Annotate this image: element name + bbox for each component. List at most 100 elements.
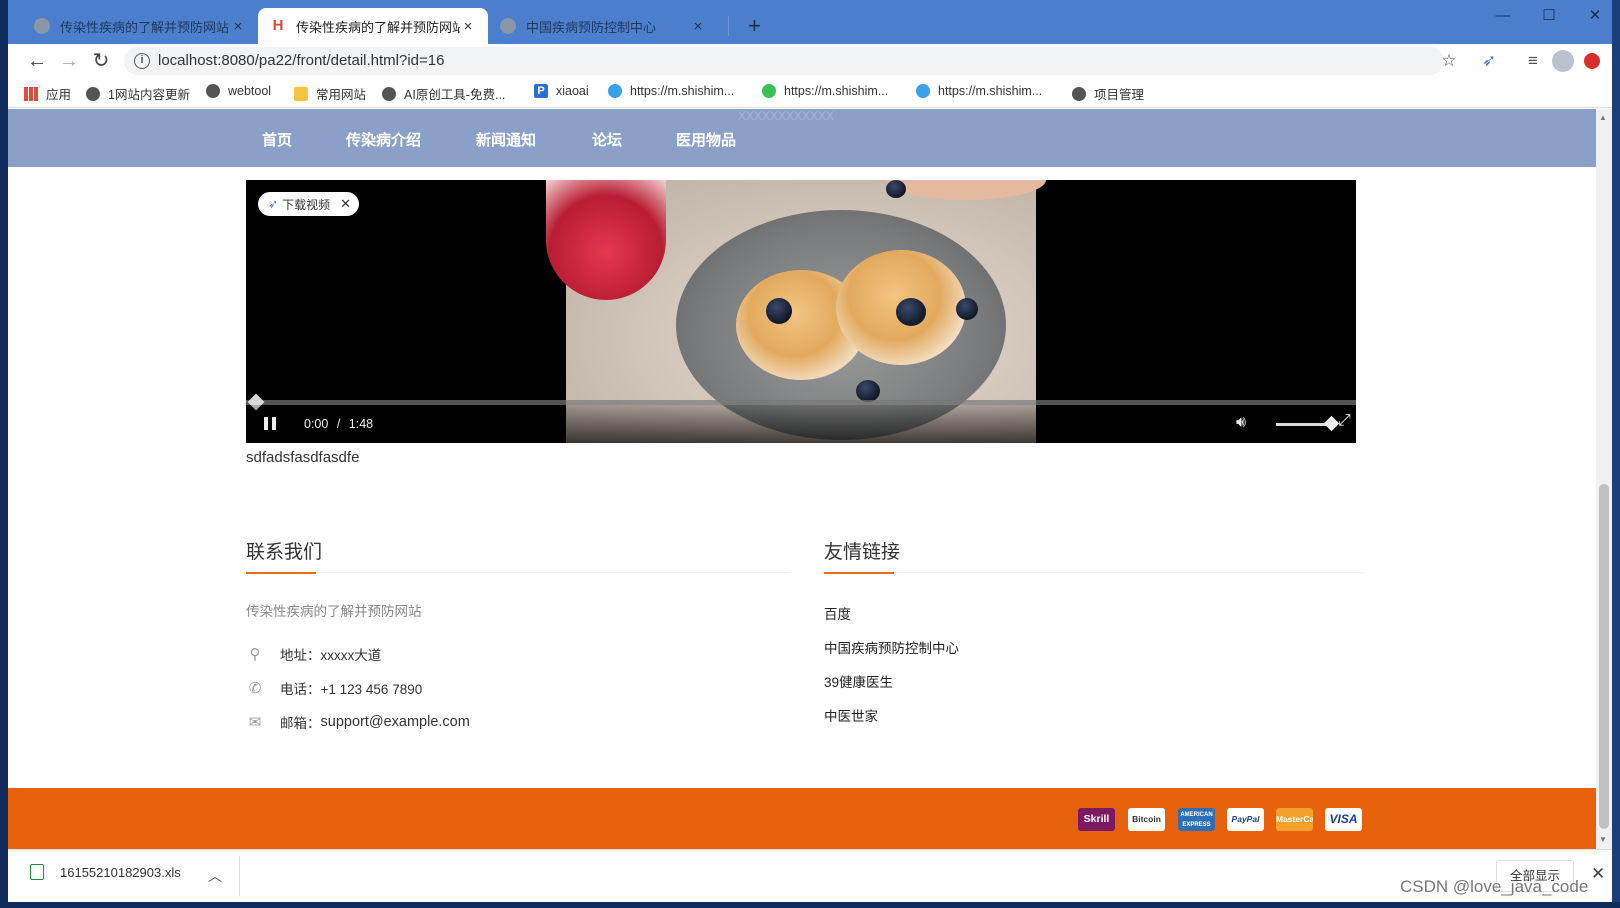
contact-address: ⚲ 地址：xxxxx大道 (246, 644, 382, 664)
reload-button[interactable]: ↻ (88, 48, 114, 74)
close-tab-icon[interactable]: × (230, 18, 246, 35)
links-divider (824, 572, 1364, 574)
extension-bird-icon[interactable]: ➶ (1478, 50, 1500, 72)
globe-icon (86, 86, 100, 101)
video-time: 0:00 / 1:48 (304, 417, 373, 431)
apps-grid-icon (24, 86, 38, 101)
bookmark-item[interactable]: 项目管理 (1072, 84, 1144, 103)
nav-home[interactable]: 首页 (262, 129, 292, 150)
contact-title: 联系我们 (246, 542, 323, 563)
bookmark-item[interactable]: https://m.shishim... (608, 84, 734, 98)
friend-link-baidu[interactable]: 百度 (824, 603, 851, 623)
bookmark-label: AI原创工具-免费... (404, 88, 506, 102)
bookmark-folder[interactable]: 常用网站 (294, 84, 366, 103)
scroll-up-arrow[interactable]: ▲ (1599, 113, 1607, 122)
close-icon[interactable]: ✕ (340, 196, 351, 212)
bookmark-label: 应用 (46, 88, 72, 102)
bookmark-label: xiaoai (556, 84, 589, 98)
nav-medical-supplies[interactable]: 医用物品 (676, 129, 736, 150)
friend-link-39health[interactable]: 39健康医生 (824, 671, 893, 691)
nav-forum[interactable]: 论坛 (592, 129, 622, 150)
friend-link-cdc[interactable]: 中国疾病预防控制中心 (824, 637, 959, 657)
video-player[interactable]: ➶ 下载视频 ✕ 0:00 / 1:48 🔊︎ ⤢ (246, 180, 1356, 443)
bookmark-label: webtool (228, 84, 272, 98)
site-c-icon (916, 84, 930, 98)
minimize-button[interactable]: — (1480, 2, 1526, 30)
amex-logo: AMERICAN EXPRESS (1178, 808, 1215, 831)
tab-title: 传染性疾病的了解并预防网站 (296, 19, 460, 35)
url-text[interactable]: localhost:8080/pa22/front/detail.html?id… (158, 52, 444, 69)
media-control-icon[interactable]: ≡ (1522, 50, 1544, 72)
volume-handle[interactable] (1323, 415, 1340, 432)
blueberry (856, 380, 880, 402)
new-tab-button[interactable]: + (748, 12, 761, 40)
tab-1[interactable]: 传染性疾病的了解并预防网站 × (22, 8, 258, 44)
bookmark-item[interactable]: 1网站内容更新 (86, 84, 190, 103)
nav-disease-intro[interactable]: 传染病介绍 (346, 129, 421, 150)
profile-avatar[interactable] (1552, 50, 1574, 72)
close-shelf-icon[interactable]: ✕ (1591, 864, 1605, 884)
download-video-badge[interactable]: ➶ 下载视频 ✕ (258, 192, 359, 216)
close-tab-icon[interactable]: × (460, 18, 476, 35)
forward-button[interactable]: → (56, 48, 82, 74)
maximize-button[interactable]: ☐ (1526, 2, 1572, 30)
skrill-logo: Skrill (1078, 808, 1115, 831)
close-tab-icon[interactable]: × (690, 18, 706, 35)
tab-strip: 传染性疾病的了解并预防网站 × H 传染性疾病的了解并预防网站 × 中国疾病预防… (8, 0, 1612, 44)
globe-icon (382, 86, 396, 101)
scroll-down-arrow[interactable]: ▼ (1599, 835, 1607, 844)
taskbar-edge (0, 902, 1620, 908)
desktop-edge (0, 0, 8, 908)
bookmark-apps[interactable]: 应用 (24, 84, 71, 103)
bookmark-item[interactable]: https://m.shishim... (916, 84, 1042, 98)
site-c-icon (608, 84, 622, 98)
contact-divider (246, 572, 790, 574)
scrollbar-thumb[interactable] (1599, 484, 1609, 829)
csdn-watermark: CSDN @love_java_code (1400, 877, 1589, 896)
mastercard-logo: MasterCard (1276, 808, 1313, 831)
chevron-up-icon[interactable]: ︿ (208, 866, 222, 886)
location-pin-icon: ⚲ (249, 646, 261, 663)
info-icon[interactable]: i (134, 53, 150, 69)
p-logo-icon: P (534, 84, 548, 98)
contact-email: ✉ 邮箱： support@example.com (246, 712, 470, 732)
tab-3[interactable]: 中国疾病预防控制中心 × (488, 8, 718, 44)
bird-icon: ➶ (268, 197, 279, 211)
pause-icon[interactable] (264, 417, 276, 430)
bookmark-item[interactable]: AI原创工具-免费... (382, 84, 505, 103)
visa-logo: VISA (1325, 808, 1362, 831)
email-label: 邮箱： (280, 716, 321, 731)
bookmark-label: https://m.shishim... (784, 84, 889, 98)
download-item[interactable]: 16155210182903.xls (30, 864, 181, 880)
site-navbar: XXXXXXXXXXXX 首页 传染病介绍 新闻通知 论坛 医用物品 (8, 109, 1596, 167)
links-title: 友情链接 (824, 542, 901, 563)
nav-news[interactable]: 新闻通知 (476, 129, 536, 150)
friend-link-tcm[interactable]: 中医世家 (824, 705, 878, 725)
bookmark-item[interactable]: https://m.shishim... (762, 84, 888, 98)
video-controls: 0:00 / 1:48 🔊︎ ⤢ (246, 405, 1356, 443)
bookmark-label: 项目管理 (1094, 88, 1145, 102)
window-close-button[interactable]: ✕ (1572, 2, 1612, 30)
globe-icon (500, 18, 516, 34)
blueberry (956, 298, 978, 320)
fullscreen-icon[interactable]: ⤢ (1338, 412, 1351, 430)
web-page: XXXXXXXXXXXX 首页 传染病介绍 新闻通知 论坛 医用物品 ➶ 下载视… (8, 109, 1596, 902)
extension-red-icon[interactable] (1584, 53, 1600, 69)
page-scrollbar[interactable]: ▲ ▼ (1596, 109, 1612, 849)
download-shelf: 16155210182903.xls ︿ 全部显示 ✕ (8, 849, 1612, 902)
spreadsheet-file-icon (30, 864, 44, 880)
wechat-icon (762, 84, 776, 98)
address-bar[interactable]: i localhost:8080/pa22/front/detail.html?… (124, 47, 1444, 75)
email-link[interactable]: support@example.com (321, 714, 470, 730)
tab-title: 中国疾病预防控制中心 (526, 19, 657, 35)
bookmark-item[interactable]: Pxiaoai (534, 84, 589, 98)
phone-icon: ✆ (248, 680, 262, 697)
globe-icon (34, 18, 50, 34)
volume-icon[interactable]: 🔊︎ (1236, 414, 1246, 432)
site-h-icon: H (272, 17, 284, 34)
bookmark-item[interactable]: webtool (206, 84, 271, 98)
tab-2-active[interactable]: H 传染性疾病的了解并预防网站 × (258, 8, 488, 44)
bookmark-star-icon[interactable]: ☆ (1438, 50, 1460, 72)
back-button[interactable]: ← (24, 48, 50, 74)
download-filename[interactable]: 16155210182903.xls (60, 865, 181, 880)
